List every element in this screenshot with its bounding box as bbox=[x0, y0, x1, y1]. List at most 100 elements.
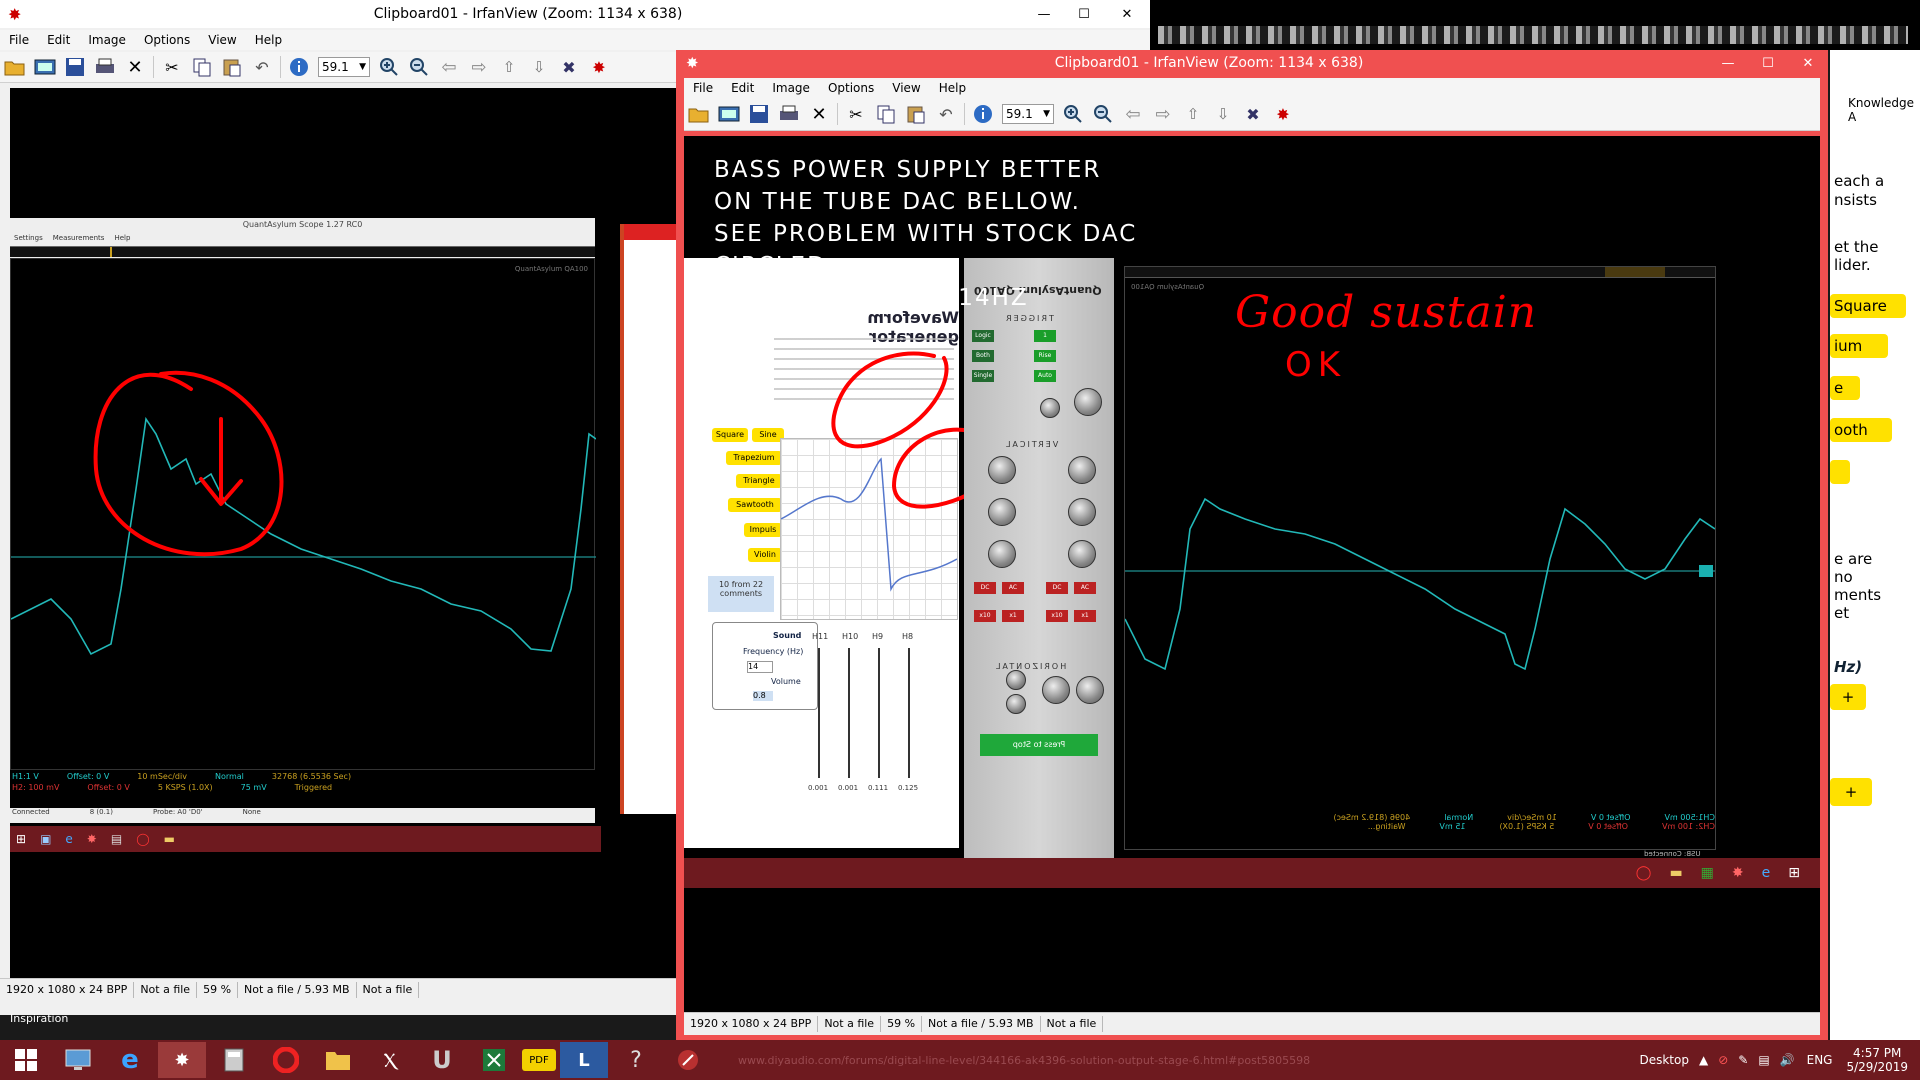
ch2-offset-knob[interactable] bbox=[988, 456, 1016, 484]
wave-square-button[interactable]: Square bbox=[712, 428, 748, 442]
delete-icon[interactable]: ✕ bbox=[806, 102, 832, 126]
info-icon[interactable] bbox=[970, 102, 996, 126]
threshold-knob[interactable] bbox=[1074, 388, 1102, 416]
irfanview-cat-icon[interactable]: ✸ bbox=[586, 55, 612, 79]
ch2-x1-button[interactable]: x1 bbox=[1002, 610, 1024, 622]
zoom-in-icon[interactable] bbox=[376, 55, 402, 79]
zoom-combobox[interactable]: 59.1 ▼ bbox=[1002, 104, 1054, 124]
ch1-position-knob[interactable] bbox=[1068, 498, 1096, 526]
background-plus-button-2[interactable]: + bbox=[1830, 778, 1872, 806]
trigger-edge-button[interactable]: Rise bbox=[1034, 350, 1056, 362]
print-icon[interactable] bbox=[92, 55, 118, 79]
paste-icon[interactable] bbox=[219, 55, 245, 79]
trigger-mode-button[interactable]: Auto bbox=[1034, 370, 1056, 382]
first-page-icon[interactable]: ⇧ bbox=[1180, 102, 1206, 126]
right-menu-help[interactable]: Help bbox=[930, 81, 975, 95]
right-menu-edit[interactable]: Edit bbox=[722, 81, 763, 95]
zoom-out-icon[interactable] bbox=[406, 55, 432, 79]
pdf-icon[interactable]: PDF bbox=[522, 1049, 556, 1071]
buffer-depth-knob[interactable] bbox=[1006, 694, 1026, 714]
resolution-knob[interactable] bbox=[1006, 670, 1026, 690]
right-menu-file[interactable]: File bbox=[684, 81, 722, 95]
press-to-stop-button[interactable]: Press to Stop bbox=[980, 734, 1098, 756]
h-position-knob[interactable] bbox=[1042, 676, 1070, 704]
last-page-icon[interactable]: ⇩ bbox=[1210, 102, 1236, 126]
desktop-toolbar-label[interactable]: Desktop bbox=[1639, 1053, 1689, 1067]
red-tool-icon[interactable] bbox=[664, 1042, 712, 1078]
ch1-offset-knob[interactable] bbox=[1068, 456, 1096, 484]
next-arrow-icon[interactable]: ⇨ bbox=[1150, 102, 1176, 126]
print-icon[interactable] bbox=[776, 102, 802, 126]
save-icon[interactable] bbox=[62, 55, 88, 79]
left-menu-options[interactable]: Options bbox=[135, 33, 199, 47]
open-folder-icon[interactable] bbox=[2, 55, 28, 79]
l-app-icon[interactable]: L bbox=[560, 1042, 608, 1078]
background-ooth-button[interactable]: ooth bbox=[1830, 418, 1892, 442]
background-square-button[interactable]: Square bbox=[1830, 294, 1906, 318]
copy-icon[interactable] bbox=[873, 102, 899, 126]
slider-h8[interactable] bbox=[908, 648, 910, 778]
ch1-volts-knob[interactable] bbox=[1068, 540, 1096, 568]
slideshow-icon[interactable] bbox=[32, 55, 58, 79]
ch2-dc-button[interactable]: DC bbox=[974, 582, 996, 594]
tray-pen-icon[interactable]: ✎ bbox=[1738, 1053, 1748, 1067]
background-plus-button-1[interactable]: + bbox=[1830, 684, 1866, 710]
trigger-norm-button[interactable]: Logic bbox=[972, 330, 994, 342]
left-menu-view[interactable]: View bbox=[199, 33, 245, 47]
right-close-button[interactable]: ✕ bbox=[1788, 53, 1828, 73]
ch1-ac-button[interactable]: AC bbox=[1074, 582, 1096, 594]
tray-volume-icon[interactable]: 🔊 bbox=[1780, 1053, 1795, 1067]
settings-tools-icon[interactable]: ✖ bbox=[556, 55, 582, 79]
delete-icon[interactable]: ✕ bbox=[122, 55, 148, 79]
irfanview-cat-icon[interactable]: ✸ bbox=[1270, 102, 1296, 126]
volume-input[interactable]: 0.8 bbox=[753, 691, 773, 701]
left-maximize-button[interactable]: ☐ bbox=[1064, 4, 1104, 24]
last-page-icon[interactable]: ⇩ bbox=[526, 55, 552, 79]
left-minimize-button[interactable]: — bbox=[1024, 4, 1064, 24]
inkscape-icon[interactable]: Ⲭ bbox=[366, 1042, 414, 1078]
opera-browser-icon[interactable] bbox=[262, 1042, 310, 1078]
zoom-in-icon[interactable] bbox=[1060, 102, 1086, 126]
comments-box[interactable]: 10 from 22 comments bbox=[708, 576, 774, 612]
tray-language[interactable]: ENG bbox=[1807, 1053, 1833, 1067]
left-close-button[interactable]: ✕ bbox=[1104, 4, 1150, 24]
zoom-out-icon[interactable] bbox=[1090, 102, 1116, 126]
file-explorer-icon[interactable] bbox=[314, 1042, 362, 1078]
trigger-single-button[interactable]: Single bbox=[972, 370, 994, 382]
left-menu-help[interactable]: Help bbox=[246, 33, 291, 47]
tray-clock[interactable]: 4:57 PM 5/29/2019 bbox=[1846, 1046, 1908, 1074]
next-arrow-icon[interactable]: ⇨ bbox=[466, 55, 492, 79]
previous-arrow-icon[interactable]: ⇦ bbox=[436, 55, 462, 79]
undo-icon[interactable]: ↶ bbox=[933, 102, 959, 126]
background-small-yellow[interactable] bbox=[1830, 460, 1850, 484]
left-menu-file[interactable]: File bbox=[0, 33, 38, 47]
slider-h10[interactable] bbox=[848, 648, 850, 778]
ch2-ac-button[interactable]: AC bbox=[1002, 582, 1024, 594]
ch1-x10-button[interactable]: x10 bbox=[1046, 610, 1068, 622]
internet-explorer-icon[interactable]: e bbox=[106, 1042, 154, 1078]
background-e-button[interactable]: e bbox=[1830, 376, 1860, 400]
save-icon[interactable] bbox=[746, 102, 772, 126]
ch2-position-knob[interactable] bbox=[988, 498, 1016, 526]
irfanview-taskbar-icon[interactable]: ✸ bbox=[158, 1042, 206, 1078]
right-menu-options[interactable]: Options bbox=[819, 81, 883, 95]
ch1-x1-button[interactable]: x1 bbox=[1074, 610, 1096, 622]
previous-arrow-icon[interactable]: ⇦ bbox=[1120, 102, 1146, 126]
start-button-icon[interactable] bbox=[2, 1042, 50, 1078]
holdoff-knob[interactable] bbox=[1040, 398, 1060, 418]
trigger-both-button[interactable]: Both bbox=[972, 350, 994, 362]
cut-icon[interactable]: ✂ bbox=[159, 55, 185, 79]
ch2-x10-button[interactable]: x10 bbox=[974, 610, 996, 622]
cut-icon[interactable]: ✂ bbox=[843, 102, 869, 126]
slider-h11[interactable] bbox=[818, 648, 820, 778]
u-app-icon[interactable]: U bbox=[418, 1042, 466, 1078]
tray-network-icon[interactable]: ▤ bbox=[1758, 1053, 1769, 1067]
sec-div-knob[interactable] bbox=[1076, 676, 1104, 704]
calculator-icon[interactable] bbox=[210, 1042, 258, 1078]
trigger-source-button[interactable]: 1 bbox=[1034, 330, 1056, 342]
right-minimize-button[interactable]: — bbox=[1708, 53, 1748, 73]
ch1-dc-button[interactable]: DC bbox=[1046, 582, 1068, 594]
copy-icon[interactable] bbox=[189, 55, 215, 79]
right-maximize-button[interactable]: ☐ bbox=[1748, 53, 1788, 73]
left-menu-edit[interactable]: Edit bbox=[38, 33, 79, 47]
